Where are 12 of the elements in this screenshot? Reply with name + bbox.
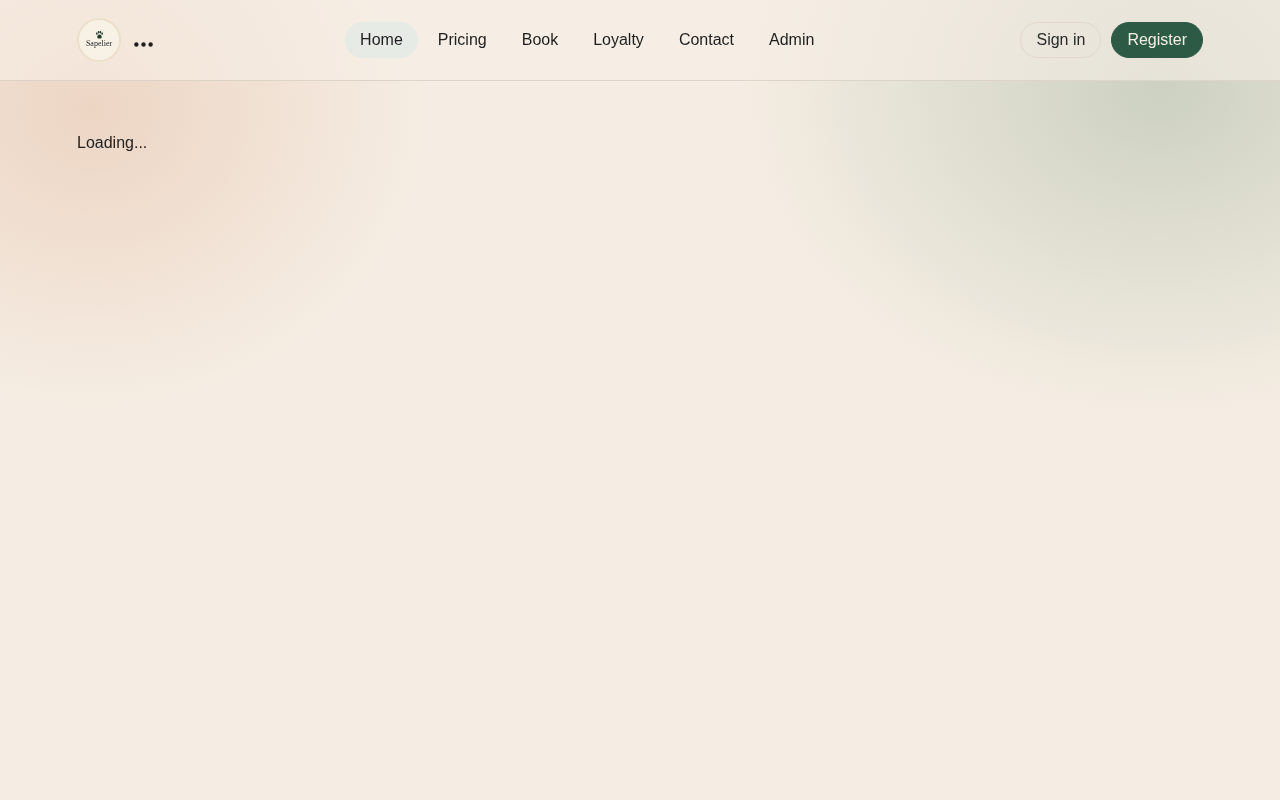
nav-link[interactable]: Pricing bbox=[422, 22, 502, 58]
more-icon[interactable] bbox=[134, 41, 153, 47]
nav-link[interactable]: Admin bbox=[754, 22, 830, 58]
logo-text: Sapelier bbox=[85, 39, 113, 49]
nav-link[interactable]: Contact bbox=[663, 22, 749, 58]
nav-link[interactable]: Home bbox=[345, 22, 418, 58]
nav-link[interactable]: Book bbox=[506, 22, 574, 58]
nav-link[interactable]: Loyalty bbox=[578, 22, 659, 58]
register-button[interactable]: Register bbox=[1111, 22, 1203, 58]
loading-text: Loading... bbox=[77, 133, 148, 153]
paw-icon bbox=[94, 31, 104, 39]
logo-badge[interactable]: Sapelier bbox=[77, 18, 121, 62]
